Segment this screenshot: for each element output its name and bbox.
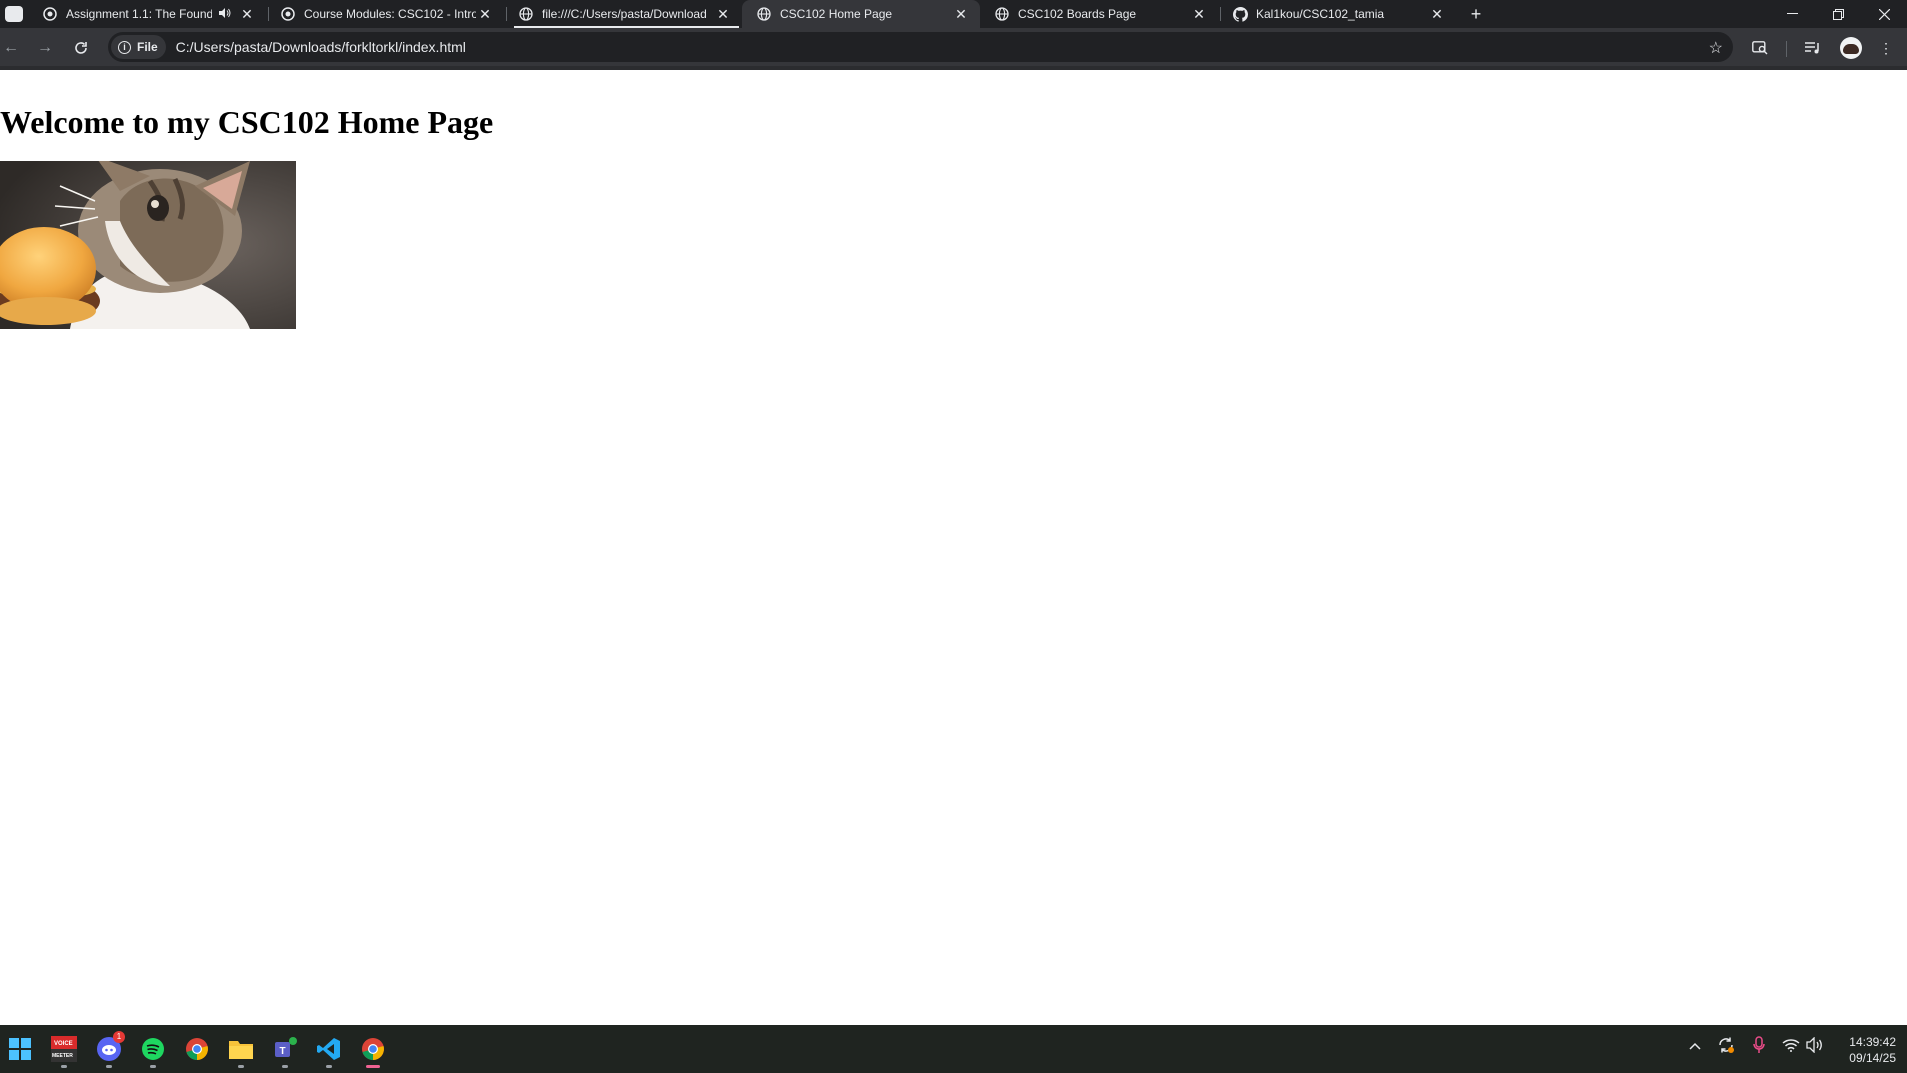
tab-title: CSC102 Boards Page (1018, 7, 1137, 21)
tab-csc102-home[interactable]: CSC102 Home Page ✕ (742, 0, 980, 28)
speaker-icon[interactable] (216, 7, 232, 22)
spotify-icon[interactable] (137, 1033, 169, 1068)
profile-avatar[interactable] (1840, 37, 1862, 59)
back-arrow-icon[interactable]: ← (0, 37, 22, 59)
close-icon[interactable]: ✕ (238, 5, 256, 23)
tab-file-url[interactable]: file:///C:/Users/pasta/Download ✕ (504, 0, 742, 28)
running-indicator (106, 1065, 112, 1068)
info-icon: i (118, 40, 131, 54)
close-window-icon[interactable] (1861, 0, 1907, 28)
cat-eating-burger-image (0, 161, 296, 329)
clock-date: 09/14/25 (1849, 1051, 1896, 1065)
url-text[interactable]: C:/Users/pasta/Downloads/forkltorkl/inde… (176, 39, 466, 55)
tab-title: Kal1kou/CSC102_tamia (1256, 7, 1385, 21)
tab-assignment[interactable]: Assignment 1.1: The Foundati ✕ (28, 0, 266, 28)
tab-github-repo[interactable]: Kal1kou/CSC102_tamia ✕ (1218, 0, 1456, 28)
site-info-chip[interactable]: i File (111, 35, 166, 59)
close-icon[interactable]: ✕ (714, 5, 732, 23)
canvas-icon (280, 6, 296, 22)
close-icon[interactable]: ✕ (952, 5, 970, 23)
clock-time: 14:39:42 (1849, 1035, 1896, 1049)
windows-start-icon[interactable] (4, 1033, 36, 1065)
browser-toolbar: ← → i File C:/Users/pasta/Downloads/fork… (0, 28, 1907, 70)
globe-icon (994, 6, 1010, 22)
globe-icon (756, 6, 772, 22)
canvas-icon (42, 6, 58, 22)
page-viewport: Welcome to my CSC102 Home Page (0, 70, 1907, 1025)
close-icon[interactable]: ✕ (1190, 5, 1208, 23)
more-menu-icon[interactable]: ⋮ (1875, 37, 1897, 59)
media-control-icon[interactable] (1802, 37, 1824, 59)
sync-icon[interactable] (1717, 1036, 1735, 1057)
tab-title: Assignment 1.1: The Foundati (66, 7, 212, 21)
reload-icon[interactable] (70, 37, 92, 59)
chrome-active-icon[interactable] (357, 1033, 389, 1068)
voicemeeter-label-top: VOICE (54, 1041, 73, 1047)
discord-icon[interactable]: 1 (93, 1031, 125, 1068)
voicemeeter-icon[interactable]: VOICE MEETER (48, 1033, 80, 1068)
system-clock[interactable]: 14:39:42 09/14/25 (1826, 1034, 1896, 1066)
active-indicator (366, 1065, 380, 1068)
tab-search-icon[interactable] (5, 6, 23, 22)
tab-course-modules[interactable]: Course Modules: CSC102 - Intro ✕ (266, 0, 504, 28)
wifi-icon[interactable] (1782, 1038, 1800, 1055)
lens-icon[interactable] (1749, 37, 1771, 59)
voicemeeter-label-bottom: MEETER (52, 1053, 73, 1059)
running-indicator (238, 1065, 244, 1068)
running-indicator (150, 1065, 156, 1068)
chevron-up-icon[interactable] (1689, 1037, 1701, 1053)
minimize-icon[interactable] (1769, 0, 1815, 28)
vscode-icon[interactable] (313, 1033, 345, 1068)
close-icon[interactable]: ✕ (1428, 5, 1446, 23)
svg-text:T: T (279, 1046, 285, 1057)
chrome-icon[interactable] (181, 1033, 213, 1065)
github-icon (1232, 6, 1248, 22)
forward-arrow-icon[interactable]: → (34, 37, 56, 59)
page-heading: Welcome to my CSC102 Home Page (0, 104, 494, 140)
restore-icon[interactable] (1815, 0, 1861, 28)
tab-strip: Assignment 1.1: The Foundati ✕ Course Mo… (0, 0, 1907, 28)
notification-badge: 1 (113, 1031, 125, 1043)
tab-csc102-boards[interactable]: CSC102 Boards Page ✕ (980, 0, 1218, 28)
tab-title: Course Modules: CSC102 - Intro (304, 7, 476, 21)
globe-icon (518, 6, 534, 22)
microphone-icon[interactable] (1753, 1036, 1765, 1057)
teams-icon[interactable]: T (269, 1033, 301, 1068)
windows-taskbar: VOICE MEETER 1 T 14:39:42 09/14/25 (0, 1025, 1907, 1073)
site-info-label: File (137, 40, 158, 54)
file-explorer-icon[interactable] (225, 1033, 257, 1068)
new-tab-button[interactable]: + (1465, 3, 1487, 25)
volume-icon[interactable] (1806, 1036, 1823, 1056)
bookmark-star-icon[interactable]: ☆ (1709, 38, 1723, 58)
running-indicator (282, 1065, 288, 1068)
tab-title: CSC102 Home Page (780, 7, 893, 21)
running-indicator (61, 1065, 67, 1068)
running-indicator (326, 1065, 332, 1068)
tab-title: file:///C:/Users/pasta/Download (542, 7, 707, 21)
close-icon[interactable]: ✕ (476, 5, 494, 23)
toolbar-divider (1786, 41, 1787, 57)
address-bar[interactable]: i File C:/Users/pasta/Downloads/forkltor… (108, 32, 1733, 62)
